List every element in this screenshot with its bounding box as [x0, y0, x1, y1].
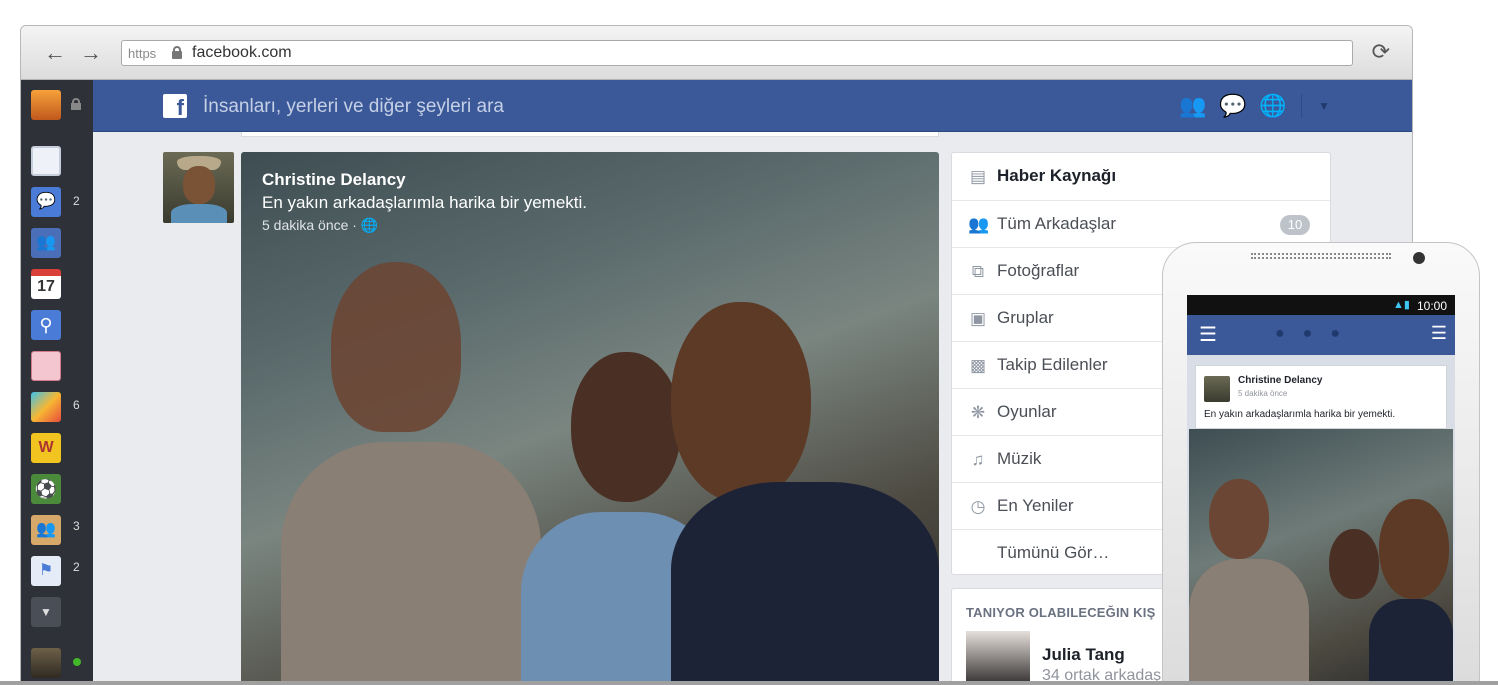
notifications-globe-icon[interactable]: 🌐 — [1258, 94, 1288, 118]
post-time-text: 5 dakika önce · — [262, 217, 357, 233]
games-icon: ❋ — [970, 403, 986, 422]
app-sidebar: 💬 2 👥 17 ⚲ 6 W ⚽ 👥 3 ⚑ 2 ▼ — [21, 80, 93, 684]
forward-arrow-icon[interactable]: → — [79, 41, 103, 65]
address-bar[interactable]: https facebook.com — [121, 40, 1353, 66]
game-count: 6 — [73, 398, 80, 412]
phone-author-avatar — [1204, 376, 1230, 402]
menu-item-label: Oyunlar — [997, 402, 1057, 421]
online-status-dot — [73, 658, 81, 666]
lock-icon — [71, 98, 81, 110]
reload-icon[interactable]: ⟳ — [1372, 40, 1390, 64]
soccer-ball-icon[interactable]: ⚽ — [31, 474, 61, 504]
search-input[interactable]: İnsanları, yerleri ve diğer şeyleri ara — [203, 96, 504, 118]
search-icon[interactable]: ⚲ — [31, 310, 61, 340]
phone-facebook-bar: ☰ ●●● ☰ — [1187, 315, 1455, 355]
signal-battery-icon: ▲▮ — [1393, 299, 1410, 311]
groups-icon[interactable]: 👥 — [31, 515, 61, 545]
menu-item-label: Tüm Arkadaşlar — [997, 214, 1117, 233]
pymk-title: TANIYOR OLABILECEĞIN KIŞ — [966, 605, 1156, 620]
phone-camera — [1413, 252, 1425, 264]
post-text: En yakın arkadaşlarımla harika bir yemek… — [262, 193, 588, 212]
following-icon: ▩ — [969, 356, 987, 375]
groups-icon: ▣ — [969, 309, 987, 328]
phone-jewel-icons[interactable]: ●●● — [1275, 325, 1358, 343]
friends-icon[interactable]: 👥 — [31, 228, 61, 258]
menu-item-label: Gruplar — [997, 308, 1054, 327]
globe-icon: 🌐 — [360, 217, 379, 233]
menu-item-label: Fotoğraflar — [997, 261, 1080, 280]
game-app-icon[interactable] — [31, 392, 61, 422]
settings-dropdown-icon[interactable]: ▼ — [1309, 94, 1339, 118]
phone-post-text: En yakın arkadaşlarımla harika bir yemek… — [1204, 409, 1396, 420]
browser-toolbar: ← → https facebook.com ⟳ — [21, 26, 1412, 80]
friend-list-icon[interactable]: ☰ — [1431, 323, 1447, 344]
pages-count: 2 — [73, 560, 80, 574]
post-photo[interactable]: Christine Delancy En yakın arkadaşlarıml… — [241, 152, 939, 684]
phone-screen: ▲▮ 10:00 ☰ ●●● ☰ Christine Delancy 5 dak… — [1187, 295, 1455, 684]
clock-icon: ◷ — [970, 497, 986, 516]
photos-icon: ⧉ — [971, 262, 985, 281]
menu-item-label: Müzik — [997, 449, 1042, 468]
menu-item-label: Haber Kaynağı — [997, 166, 1117, 185]
menu-item-label: En Yeniler — [997, 496, 1074, 515]
bottom-edge — [0, 681, 1498, 685]
phone-status-bar: ▲▮ 10:00 — [1187, 295, 1455, 315]
phone-clock: 10:00 — [1416, 299, 1447, 313]
profile-avatar[interactable] — [31, 90, 61, 120]
post-author[interactable]: Christine Delancy — [262, 170, 406, 190]
menu-item-news-feed[interactable]: ▤ Haber Kaynağı — [952, 153, 1330, 200]
author-avatar[interactable] — [163, 152, 234, 223]
chevron-down-icon[interactable]: ▼ — [31, 597, 61, 627]
messages-icon[interactable]: 💬 — [1218, 94, 1248, 118]
url-scheme: https — [128, 46, 157, 61]
friends-icon: 👥 — [968, 215, 990, 234]
messenger-icon[interactable]: 💬 — [31, 187, 61, 217]
phone-feed: Christine Delancy 5 dakika önce En yakın… — [1187, 355, 1455, 684]
messages-count: 2 — [73, 194, 80, 208]
phone-speaker — [1251, 253, 1391, 259]
menu-item-label: Tümünü Gör… — [997, 543, 1110, 562]
groups-count: 3 — [73, 519, 80, 533]
chat-user-avatar[interactable] — [31, 648, 61, 678]
facebook-logo-icon[interactable]: f — [163, 94, 187, 118]
menu-item-all-friends[interactable]: 👥 Tüm Arkadaşlar 10 — [952, 200, 1330, 247]
previous-story-edge — [241, 132, 939, 137]
phone-post-time: 5 dakika önce — [1238, 389, 1288, 398]
phone-post-photo[interactable] — [1189, 429, 1453, 684]
pymk-person-name[interactable]: Julia Tang — [1042, 645, 1125, 665]
hamburger-menu-icon[interactable]: ☰ — [1199, 322, 1217, 348]
calendar-day: 17 — [37, 278, 55, 295]
friends-count-badge: 10 — [1280, 215, 1310, 235]
pages-icon[interactable]: ⚑ — [31, 556, 61, 586]
facebook-top-bar: f İnsanları, yerleri ve diğer şeyleri ar… — [93, 80, 1412, 132]
post-time[interactable]: 5 dakika önce · 🌐 — [262, 217, 378, 234]
menu-item-label: Takip Edilenler — [997, 355, 1108, 374]
phone-mockup: ▲▮ 10:00 ☰ ●●● ☰ Christine Delancy 5 dak… — [1162, 242, 1480, 685]
url-text: facebook.com — [192, 44, 292, 61]
calendar-icon[interactable]: 17 — [31, 269, 61, 299]
friend-requests-icon[interactable]: 👥 — [1178, 94, 1208, 118]
pymk-person-photo[interactable] — [966, 631, 1030, 684]
words-game-icon[interactable]: W — [31, 433, 61, 463]
divider — [1301, 94, 1302, 118]
music-icon: ♫ — [971, 450, 985, 469]
news-feed-icon[interactable] — [31, 146, 61, 176]
phone-post[interactable]: Christine Delancy 5 dakika önce En yakın… — [1195, 365, 1447, 429]
news-feed-icon: ▤ — [969, 167, 987, 186]
phone-post-author: Christine Delancy — [1238, 375, 1323, 386]
gift-icon[interactable] — [31, 351, 61, 381]
back-arrow-icon[interactable]: ← — [43, 41, 67, 65]
lock-icon — [172, 46, 182, 59]
